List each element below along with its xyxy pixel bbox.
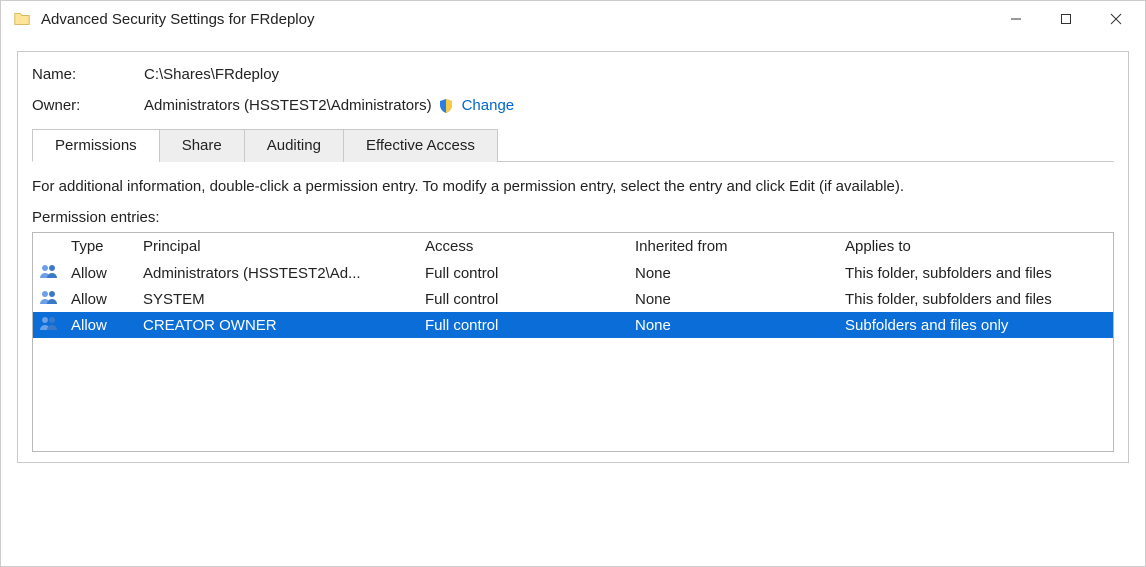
- minimize-button[interactable]: [991, 1, 1041, 37]
- cell-inherited: None: [629, 260, 839, 286]
- col-type[interactable]: Type: [65, 233, 137, 260]
- col-applies[interactable]: Applies to: [839, 233, 1113, 260]
- cell-type: Allow: [65, 312, 137, 338]
- maximize-button[interactable]: [1041, 1, 1091, 37]
- owner-value: Administrators (HSSTEST2\Administrators): [144, 97, 432, 114]
- cell-inherited: None: [629, 312, 839, 338]
- col-inherited[interactable]: Inherited from: [629, 233, 839, 260]
- close-button[interactable]: [1091, 1, 1141, 37]
- cell-inherited: None: [629, 286, 839, 312]
- cell-access: Full control: [419, 286, 629, 312]
- tab-permissions[interactable]: Permissions: [32, 129, 160, 162]
- change-owner-link[interactable]: Change: [460, 97, 515, 114]
- cell-principal: CREATOR OWNER: [137, 312, 419, 338]
- owner-label: Owner:: [32, 97, 144, 114]
- cell-type: Allow: [65, 260, 137, 286]
- titlebar: Advanced Security Settings for FRdeploy: [1, 1, 1145, 37]
- col-access[interactable]: Access: [419, 233, 629, 260]
- cell-applies: This folder, subfolders and files: [839, 286, 1113, 312]
- cell-principal: SYSTEM: [137, 286, 419, 312]
- users-icon: [39, 315, 59, 331]
- name-label: Name:: [32, 66, 144, 83]
- col-principal[interactable]: Principal: [137, 233, 419, 260]
- cell-access: Full control: [419, 260, 629, 286]
- cell-principal: Administrators (HSSTEST2\Ad...: [137, 260, 419, 286]
- window-title: Advanced Security Settings for FRdeploy: [41, 11, 314, 28]
- cell-applies: This folder, subfolders and files: [839, 260, 1113, 286]
- table-row[interactable]: AllowAdministrators (HSSTEST2\Ad...Full …: [33, 260, 1113, 286]
- users-icon: [39, 289, 59, 305]
- main-panel: Name: C:\Shares\FRdeploy Owner: Administ…: [17, 51, 1129, 463]
- permission-entries-table[interactable]: Type Principal Access Inherited from App…: [33, 233, 1113, 338]
- tabs: Permissions Share Auditing Effective Acc…: [32, 128, 1114, 162]
- name-value: C:\Shares\FRdeploy: [144, 66, 279, 83]
- cell-applies: Subfolders and files only: [839, 312, 1113, 338]
- tab-share[interactable]: Share: [159, 129, 245, 162]
- permission-entries-box: Type Principal Access Inherited from App…: [32, 232, 1114, 452]
- entries-label: Permission entries:: [32, 209, 1114, 226]
- help-text: For additional information, double-click…: [32, 178, 1114, 195]
- shield-icon: [438, 98, 454, 114]
- tab-auditing[interactable]: Auditing: [244, 129, 344, 162]
- users-icon: [39, 263, 59, 279]
- folder-icon: [11, 8, 33, 30]
- table-row[interactable]: AllowCREATOR OWNERFull controlNoneSubfol…: [33, 312, 1113, 338]
- tab-effective-access[interactable]: Effective Access: [343, 129, 498, 162]
- cell-access: Full control: [419, 312, 629, 338]
- cell-type: Allow: [65, 286, 137, 312]
- table-row[interactable]: AllowSYSTEMFull controlNoneThis folder, …: [33, 286, 1113, 312]
